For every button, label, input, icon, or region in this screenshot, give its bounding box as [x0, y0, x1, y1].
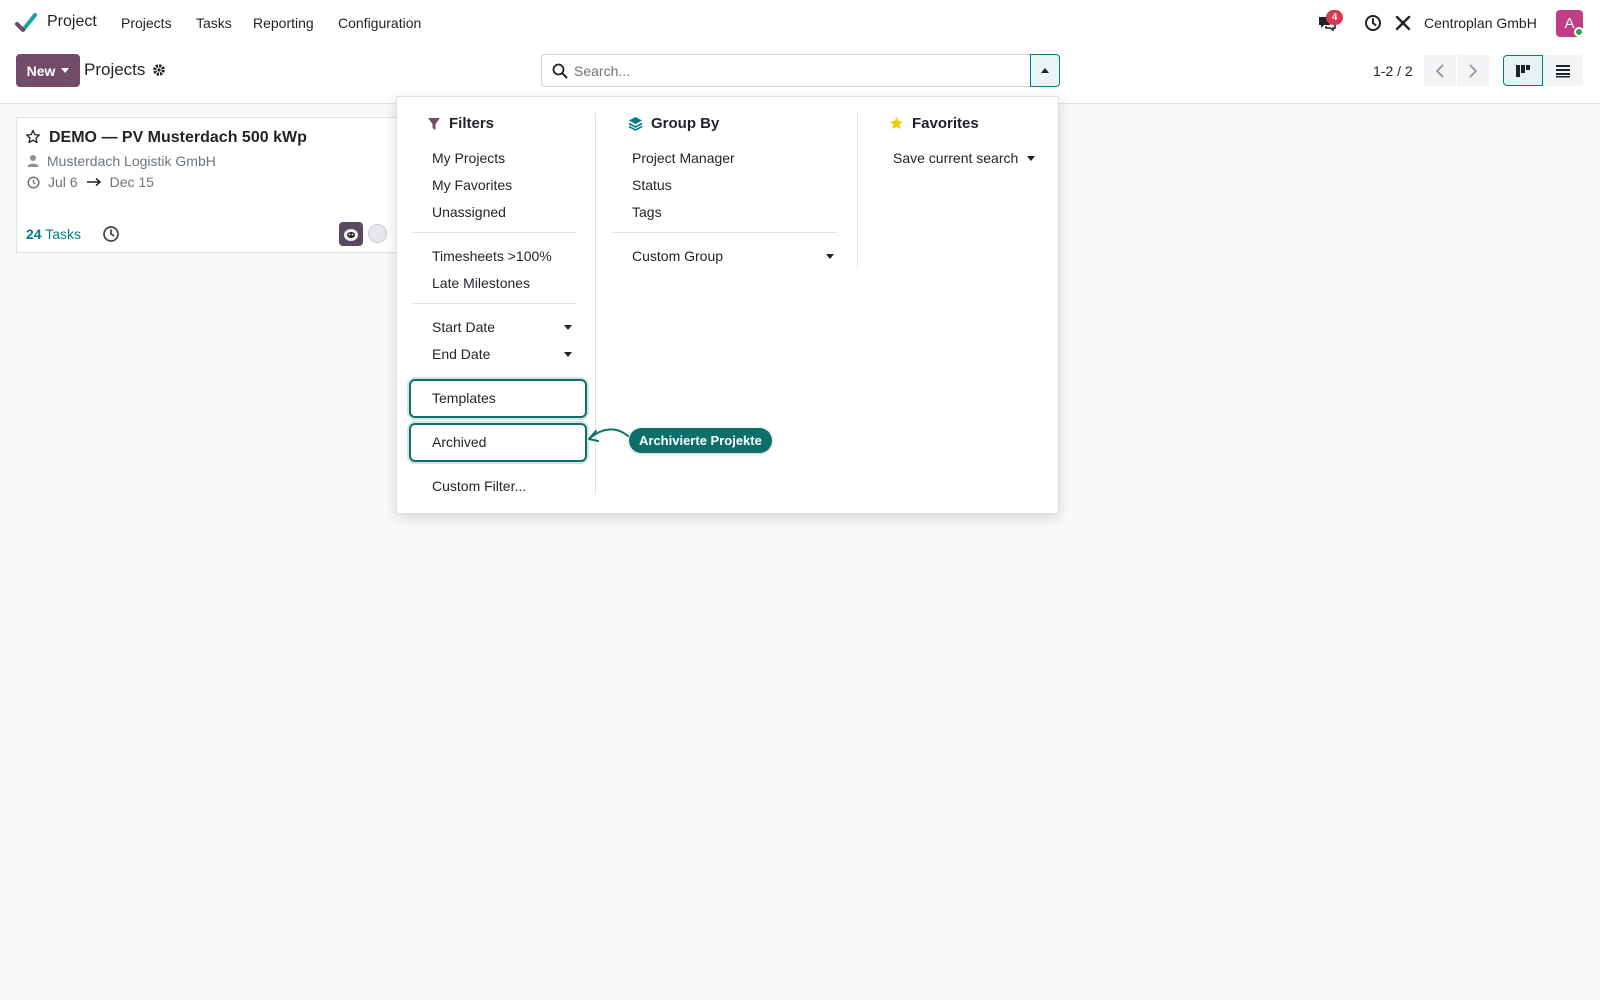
project-card[interactable]: DEMO — PV Musterdach 500 kWp Musterdach … — [16, 117, 408, 253]
pager-next-button[interactable] — [1457, 55, 1489, 86]
kanban-icon — [1516, 64, 1530, 77]
filter-timesheets[interactable]: Timesheets >100% — [432, 248, 552, 264]
filters-title: Filters — [449, 115, 495, 132]
activity-clock-icon[interactable] — [102, 225, 120, 243]
filter-end-date[interactable]: End Date — [432, 346, 490, 362]
group-by-header: Group By — [628, 115, 719, 132]
tasks-link[interactable]: 24 Tasks — [26, 226, 81, 242]
star-icon[interactable] — [25, 129, 41, 145]
callout-arrow-icon — [588, 428, 629, 442]
custom-group-caret-icon[interactable] — [826, 254, 834, 259]
pager-previous-button[interactable] — [1424, 55, 1456, 86]
arrow-right-icon — [86, 177, 101, 187]
filter-custom[interactable]: Custom Filter... — [432, 478, 526, 494]
filter-separator — [413, 303, 577, 304]
start-date-caret-icon[interactable] — [564, 325, 572, 330]
search-bar — [541, 54, 1030, 87]
filter-my-projects[interactable]: My Projects — [432, 150, 505, 166]
date-end: Dec 15 — [109, 174, 154, 190]
task-count: 24 — [26, 226, 42, 242]
archived-callout-label: Archivierte Projekte — [629, 428, 772, 453]
page-title: Projects — [84, 60, 146, 79]
menu-tasks[interactable]: Tasks — [196, 15, 232, 31]
manager-avatar[interactable] — [339, 222, 363, 246]
tools-icon[interactable] — [1392, 12, 1414, 34]
gear-icon[interactable] — [150, 61, 168, 79]
chevron-right-icon — [1469, 63, 1478, 78]
pager-value[interactable]: 1-2 / 2 — [1373, 63, 1413, 79]
star-icon — [890, 116, 903, 130]
task-label: Tasks — [45, 226, 82, 242]
list-icon — [1556, 64, 1570, 77]
group-by-status[interactable]: Status — [632, 177, 672, 193]
chevron-up-icon — [1041, 68, 1049, 73]
group-by-project-manager[interactable]: Project Manager — [632, 150, 735, 166]
search-icon — [552, 63, 568, 79]
project-app-icon[interactable] — [15, 12, 37, 34]
layers-icon — [628, 117, 643, 131]
clock-icon[interactable] — [1362, 12, 1384, 34]
filter-late-milestones[interactable]: Late Milestones — [432, 275, 530, 291]
menu-projects[interactable]: Projects — [121, 15, 172, 31]
filter-archived[interactable]: Archived — [432, 434, 486, 450]
filters-header: Filters — [427, 115, 494, 132]
group-by-separator — [613, 232, 837, 233]
save-search-caret-icon[interactable] — [1027, 156, 1035, 161]
company-switcher[interactable]: Centroplan GmbH — [1424, 15, 1537, 31]
date-start: Jul 6 — [48, 174, 78, 190]
filter-start-date[interactable]: Start Date — [432, 319, 495, 335]
filter-unassigned[interactable]: Unassigned — [432, 204, 506, 220]
group-by-title: Group By — [651, 115, 720, 132]
status-indicator[interactable] — [368, 224, 387, 243]
search-input[interactable] — [574, 62, 1014, 79]
chevron-left-icon — [1435, 63, 1444, 78]
app-name[interactable]: Project — [47, 13, 97, 31]
list-view-button[interactable] — [1543, 55, 1583, 86]
end-date-caret-icon[interactable] — [564, 352, 572, 357]
menu-reporting[interactable]: Reporting — [253, 15, 314, 31]
kanban-view-button[interactable] — [1503, 55, 1543, 86]
top-navbar: Project Projects Tasks Reporting Configu… — [0, 0, 1600, 46]
date-range-row: Jul 6 Dec 15 — [27, 174, 154, 190]
project-title: DEMO — PV Musterdach 500 kWp — [49, 129, 307, 146]
favorites-header: Favorites — [889, 115, 979, 132]
menu-configuration[interactable]: Configuration — [338, 15, 421, 31]
filter-my-favorites[interactable]: My Favorites — [432, 177, 512, 193]
save-current-search[interactable]: Save current search — [893, 150, 1018, 166]
favorites-title: Favorites — [912, 115, 979, 132]
column-divider — [857, 113, 858, 267]
search-panel-toggle[interactable] — [1030, 54, 1060, 87]
robot-avatar-icon — [344, 229, 358, 241]
user-icon — [27, 155, 39, 167]
custom-group-select[interactable]: Custom Group — [632, 248, 723, 264]
group-by-tags[interactable]: Tags — [632, 204, 662, 220]
customer-row: Musterdach Logistik GmbH — [27, 153, 216, 169]
online-status-dot — [1574, 27, 1584, 37]
message-count-badge: 4 — [1326, 10, 1343, 25]
chevron-down-icon — [61, 68, 70, 73]
filter-separator — [413, 232, 577, 233]
new-button-label: New — [26, 62, 56, 79]
new-button[interactable]: New — [16, 54, 80, 87]
clock-icon — [27, 175, 40, 189]
filter-templates[interactable]: Templates — [432, 390, 496, 406]
filter-icon — [428, 117, 440, 130]
customer-name: Musterdach Logistik GmbH — [47, 153, 216, 169]
